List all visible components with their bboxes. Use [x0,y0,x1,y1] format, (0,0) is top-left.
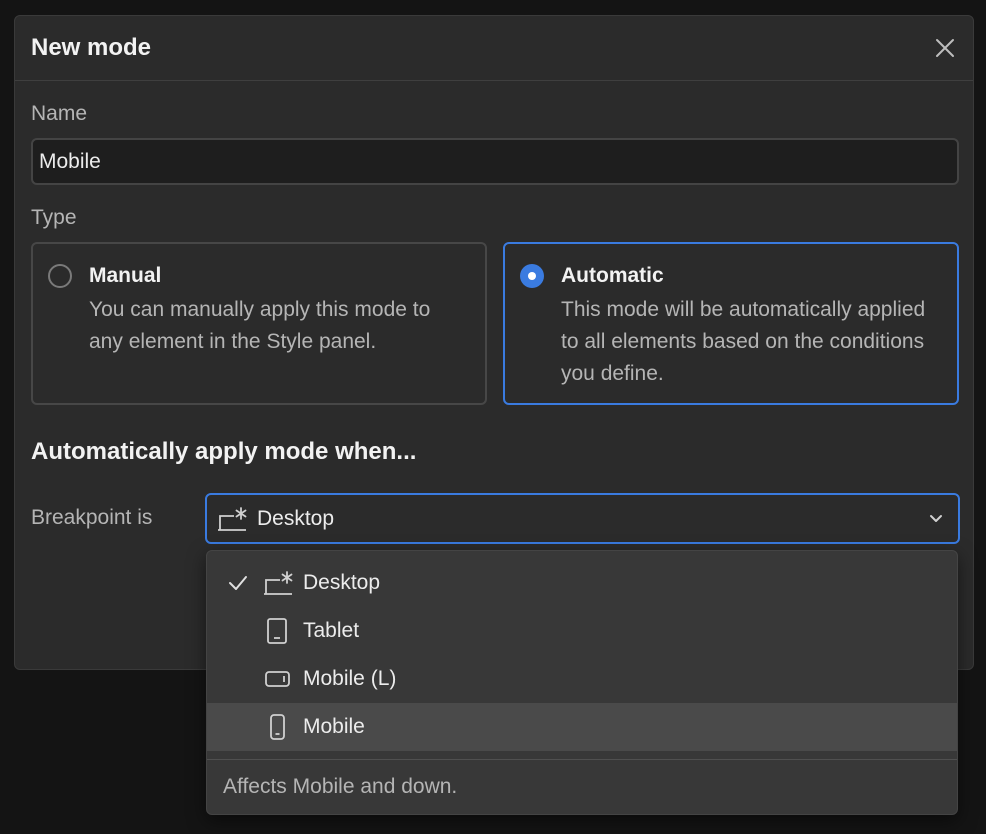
dropdown-option-label: Desktop [303,571,381,594]
breakpoint-selected-value: Desktop [257,506,335,530]
name-label: Name [31,102,88,125]
dialog-header: New mode [15,16,973,81]
dropdown-option-label: Mobile [303,715,365,738]
desktop-breakpoint-icon [264,571,293,595]
dropdown-option-label: Tablet [303,619,360,642]
dropdown-divider [207,759,957,760]
type-option-automatic[interactable]: Automatic This mode will be automaticall… [503,242,959,405]
close-icon [936,39,954,57]
dropdown-option-mobile-landscape[interactable]: Mobile (L) [207,655,957,703]
dropdown-option-desktop[interactable]: Desktop [207,559,957,607]
check-icon [229,576,247,590]
manual-radio[interactable] [48,264,72,288]
manual-title: Manual [89,264,162,287]
breakpoint-dropdown: Desktop Tablet Mobile (L) Mobile Affects… [206,550,958,815]
automatic-title: Automatic [561,264,664,287]
close-button[interactable] [933,36,957,60]
chevron-down-icon [930,515,942,522]
desktop-breakpoint-icon [218,506,247,531]
breakpoint-label: Breakpoint is [31,506,153,529]
dropdown-option-tablet[interactable]: Tablet [207,607,957,655]
dialog-title: New mode [31,34,152,61]
automatic-radio[interactable] [520,264,544,288]
auto-apply-heading: Automatically apply mode when... [31,438,417,465]
dropdown-option-mobile[interactable]: Mobile [207,703,957,751]
type-label: Type [31,206,77,229]
dropdown-footer-note: Affects Mobile and down. [223,775,458,798]
breakpoint-select[interactable]: Desktop [205,493,960,544]
tablet-icon [267,618,287,644]
type-option-manual[interactable]: Manual You can manually apply this mode … [31,242,487,405]
name-input[interactable] [31,138,959,185]
mobile-portrait-icon [270,714,285,740]
dropdown-option-label: Mobile (L) [303,667,397,690]
manual-description: You can manually apply this mode to any … [89,298,431,353]
mobile-landscape-icon [265,671,290,687]
automatic-description: This mode will be automatically applied … [561,298,926,385]
